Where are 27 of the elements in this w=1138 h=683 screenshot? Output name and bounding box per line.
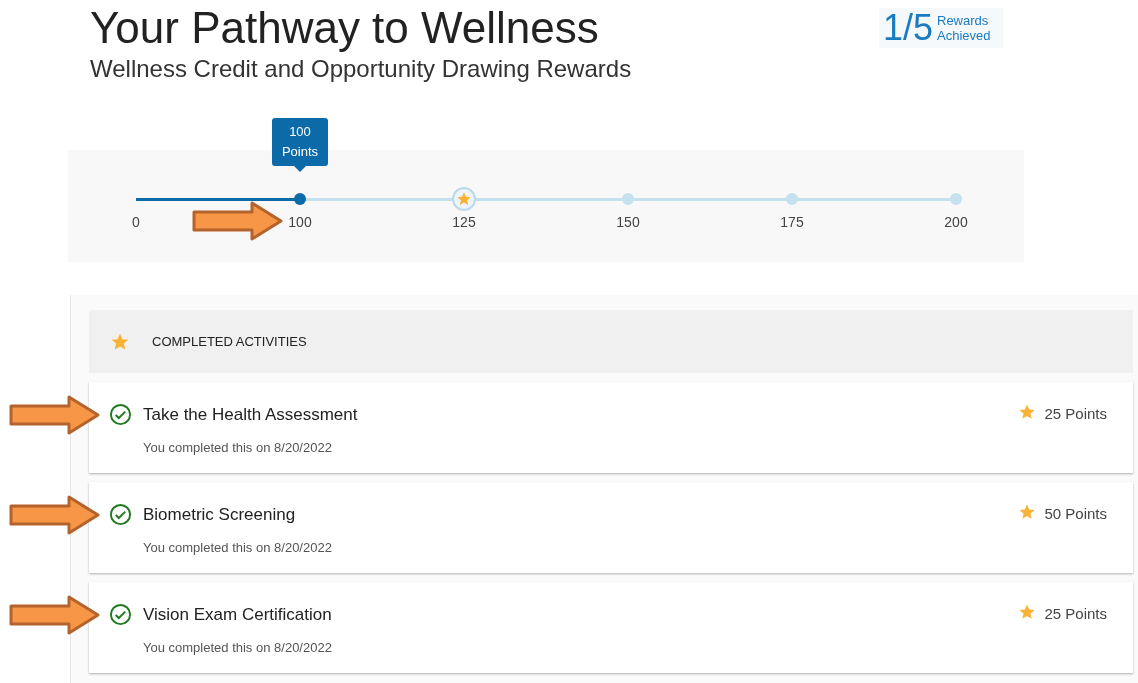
activity-title: Biometric Screening: [143, 504, 296, 526]
milestone-label: 150: [615, 213, 641, 232]
check-circle-icon: [109, 603, 132, 627]
milestone-label: 0: [131, 213, 141, 232]
rewards-count: 1/5: [882, 10, 933, 46]
activity-points: 50 Points: [1044, 504, 1107, 524]
rewards-label: Rewards Achieved: [937, 13, 992, 43]
star-icon: [1018, 603, 1037, 621]
activity-points: 25 Points: [1044, 604, 1107, 624]
page-subtitle: Wellness Credit and Opportunity Drawing Rewards: [90, 54, 632, 84]
milestone-label: 100: [287, 213, 313, 232]
completion-note: You completed this on 8/20/2022: [142, 438, 333, 457]
check-circle-icon: [109, 503, 132, 527]
milestone-label: 175: [779, 213, 805, 232]
points-tooltip: 100 Points: [272, 118, 328, 172]
milestone-label: 125: [451, 213, 477, 232]
completion-note: You completed this on 8/20/2022: [142, 638, 332, 657]
activity-points: 25 Points: [1044, 404, 1107, 424]
completion-note: You completed this on 8/20/2022: [142, 538, 332, 557]
star-icon: [1018, 403, 1037, 421]
milestone-label: 200: [943, 213, 969, 232]
activity-title: Vision Exam Certification: [143, 604, 332, 626]
check-circle-icon: [109, 403, 132, 427]
page-title: Your Pathway to Wellness: [90, 2, 600, 54]
section-heading: COMPLETED ACTIVITIES: [152, 332, 307, 351]
star-icon: [1018, 503, 1037, 521]
activity-title: Take the Health Assessment: [143, 404, 358, 426]
